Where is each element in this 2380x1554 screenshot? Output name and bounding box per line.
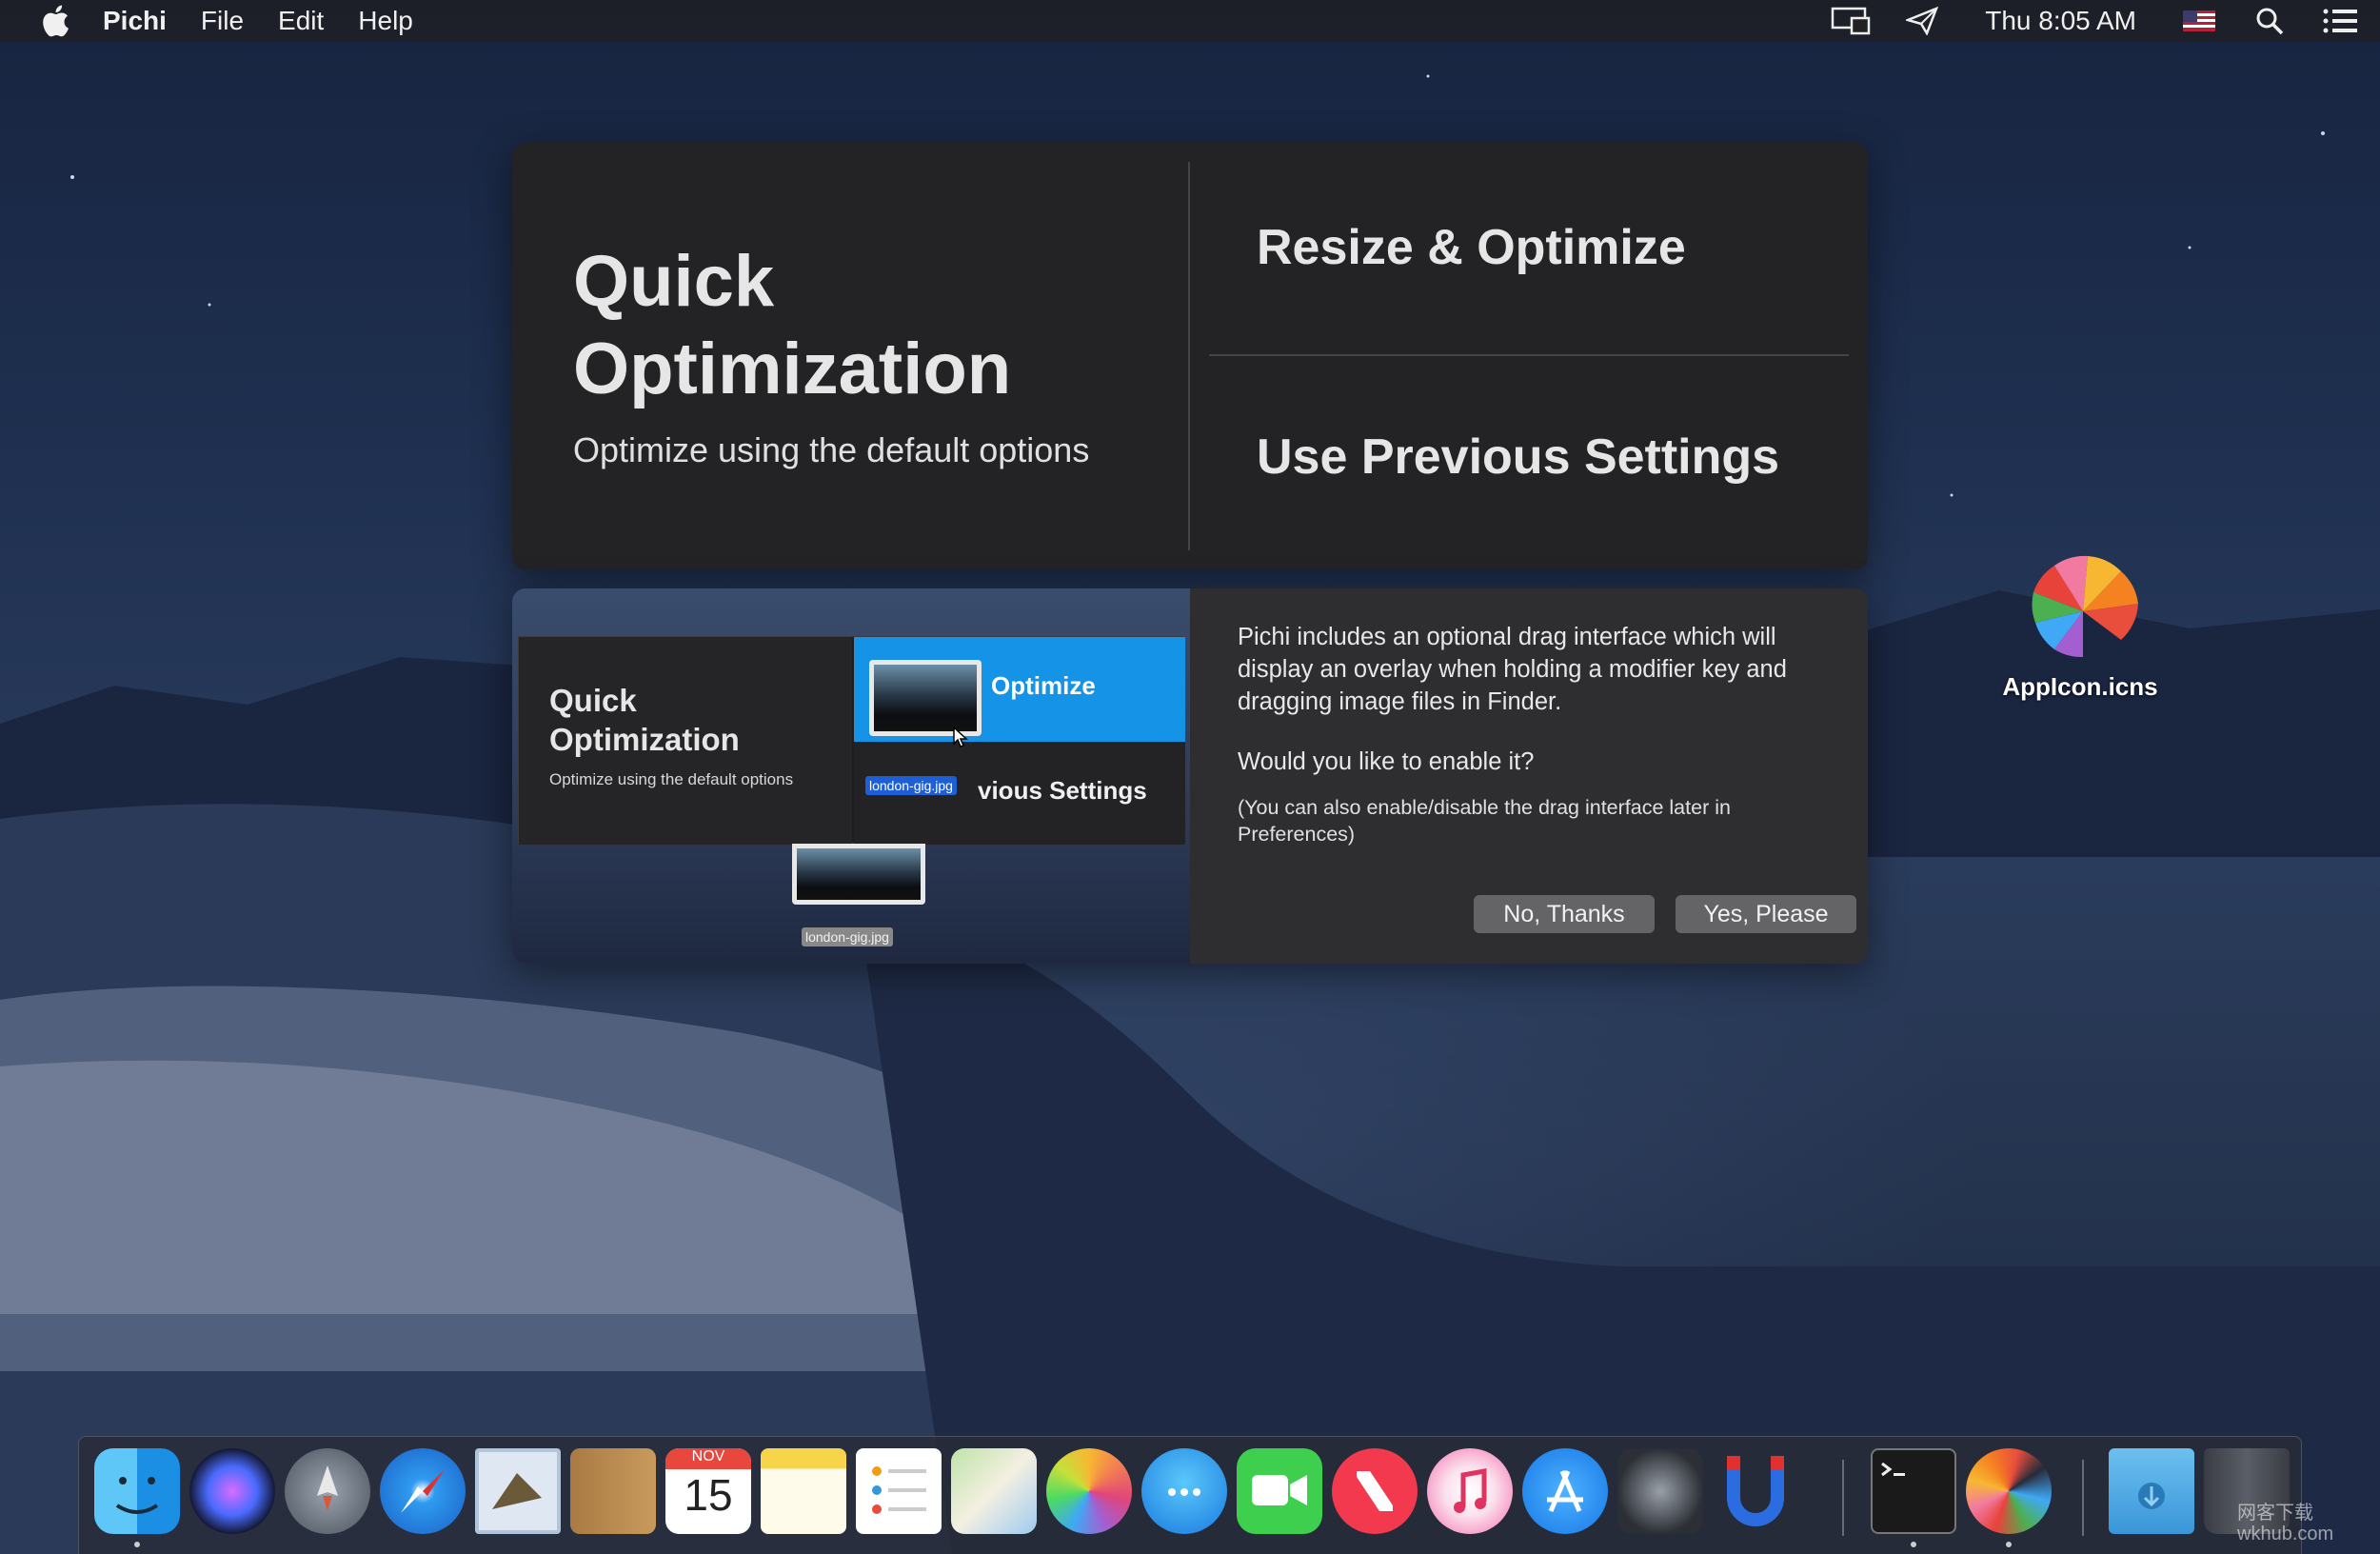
dock-separator-2 [2082,1460,2084,1536]
us-flag-input-icon[interactable] [2178,4,2220,38]
dragged-filename-tag: london-gig.jpg [865,776,957,795]
apple-menu-icon[interactable] [36,2,74,40]
terminal-running-dot [1911,1542,1916,1547]
mini-quick-title: Quick Optimization [549,683,740,757]
appicon-file-icon[interactable] [2016,537,2150,670]
pichi-running-dot [2006,1542,2012,1547]
itunes-icon[interactable] [1427,1448,1513,1534]
dock-separator [1842,1460,1844,1536]
safari-icon[interactable] [380,1448,466,1534]
horizontal-divider [1209,354,1849,356]
dragged-image-thumbnail [869,660,982,736]
source-filename-label: london-gig.jpg [802,927,893,946]
menu-clock[interactable]: Thu 8:05 AM [1985,6,2136,36]
preview-illustration: Quick Optimization Optimize using the de… [512,588,1190,964]
news-icon[interactable] [1332,1448,1418,1534]
finder-icon[interactable] [94,1448,180,1534]
yes-please-button[interactable]: Yes, Please [1676,895,1856,933]
appicon-file-label[interactable]: AppIcon.icns [1980,672,2180,702]
dialog-content: Pichi includes an optional drag interfac… [1190,588,1868,964]
drag-overlay-panel: Quick Optimization Optimize using the de… [512,143,1868,569]
system-preferences-icon[interactable] [1617,1448,1703,1534]
dialog-question: Would you like to enable it? [1238,748,1535,775]
calendar-day: 15 [684,1470,733,1520]
mini-previous-label: vious Settings [978,776,1147,805]
photos-icon[interactable] [1046,1448,1132,1534]
menu-edit[interactable]: Edit [278,6,324,36]
drag-interface-dialog: Quick Optimization Optimize using the de… [512,588,1868,964]
terminal-icon[interactable] [1871,1448,1956,1534]
calendar-month: NOV [665,1448,751,1469]
send-plane-icon[interactable] [1901,4,1943,38]
use-previous-settings-option[interactable]: Use Previous Settings [1257,428,1779,486]
launchpad-icon[interactable] [285,1448,370,1534]
watermark: 网客下载 wkhub.com [2237,1503,2333,1544]
downloads-folder-icon[interactable] [2109,1448,2194,1534]
dialog-message: Pichi includes an optional drag interfac… [1238,624,1787,715]
app-menu-pichi[interactable]: Pichi [103,6,167,36]
menu-file[interactable]: File [201,6,244,36]
contacts-icon[interactable] [570,1448,656,1534]
maps-icon[interactable] [951,1448,1037,1534]
mini-optimize-label: Optimize [991,671,1096,700]
dialog-note: (You can also enable/disable the drag in… [1238,796,1731,846]
airplay-display-icon[interactable] [1831,4,1873,38]
menu-bar: Pichi File Edit Help Thu 8:05 AM [0,0,2380,42]
facetime-icon[interactable] [1237,1448,1322,1534]
quick-optimization-subtitle: Optimize using the default options [573,430,1090,469]
watermark-line-1: 网客下载 [2237,1503,2313,1524]
finder-running-dot [134,1542,140,1547]
siri-icon[interactable] [189,1448,275,1534]
no-thanks-button[interactable]: No, Thanks [1474,895,1655,933]
app-store-icon[interactable] [1522,1448,1608,1534]
vertical-divider [1188,162,1190,550]
quick-optimization-title[interactable]: Quick Optimization [573,238,1144,413]
dock: NOV 15 [78,1436,2302,1554]
mail-icon[interactable] [475,1448,561,1534]
spotlight-search-icon[interactable] [2249,4,2291,38]
notification-center-icon[interactable] [2319,4,2361,38]
reminders-icon[interactable] [856,1448,942,1534]
mini-quick-subtitle: Optimize using the default options [549,770,794,788]
notes-icon[interactable] [761,1448,846,1534]
calendar-icon[interactable]: NOV 15 [665,1448,751,1534]
watermark-line-2: wkhub.com [2237,1524,2334,1544]
cursor-icon [953,726,968,752]
mini-overlay: Quick Optimization Optimize using the de… [518,636,1185,845]
magnet-icon[interactable] [1713,1448,1798,1534]
menu-help[interactable]: Help [358,6,413,36]
pichi-app-icon[interactable] [1966,1448,2052,1534]
messages-icon[interactable] [1141,1448,1227,1534]
source-image-thumbnail [792,844,925,905]
mini-quick-section: Quick Optimization Optimize using the de… [519,637,852,845]
resize-optimize-option[interactable]: Resize & Optimize [1257,219,1686,276]
